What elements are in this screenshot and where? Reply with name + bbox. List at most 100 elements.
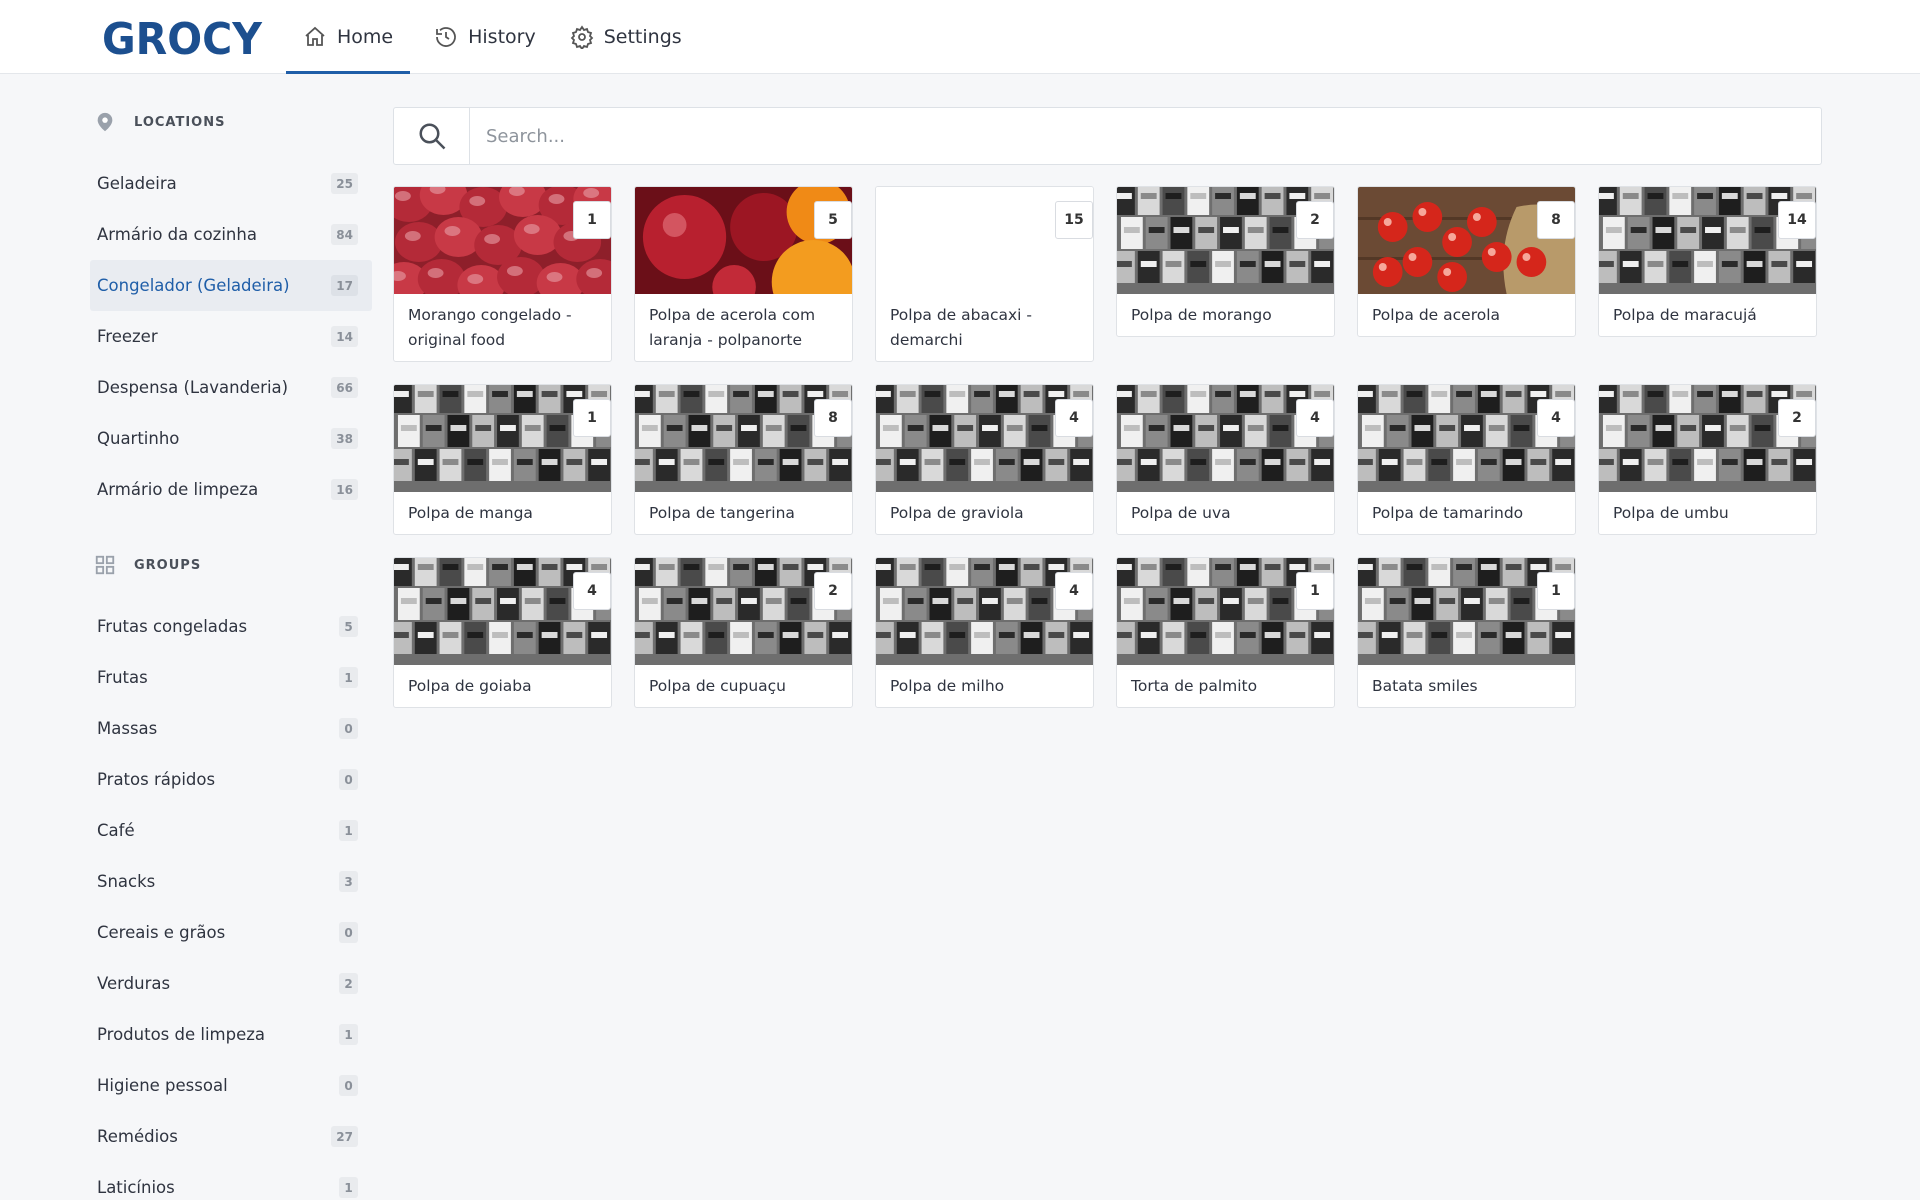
quantity-badge: 5: [814, 201, 852, 239]
history-icon: [434, 25, 468, 49]
count-badge: 25: [331, 173, 358, 194]
nav-settings[interactable]: Settings: [553, 0, 699, 74]
group-item[interactable]: Café 1: [90, 805, 372, 856]
product-name: Polpa de maracujá: [1613, 306, 1757, 324]
group-item[interactable]: Higiene pessoal 0: [90, 1060, 372, 1111]
product-name: Polpa de graviola: [890, 504, 1024, 522]
product-image: 14: [1599, 187, 1816, 294]
product-name: Polpa de umbu: [1613, 504, 1729, 522]
product-name: Polpa de acerola com laranja - polpanort…: [649, 306, 816, 349]
location-item[interactable]: Congelador (Geladeira) 17: [90, 260, 372, 311]
locations-list: Geladeira 25 Armário da cozinha 84 Congelado…: [90, 158, 372, 515]
group-item-label: Frutas congeladas: [97, 617, 248, 636]
product-image: 4: [1117, 385, 1334, 492]
groups-list: Frutas congeladas 5 Frutas 1 Massas 0 Pratos r…: [90, 601, 372, 1200]
product-card[interactable]: 15 Polpa de abacaxi - demarchi: [875, 186, 1094, 362]
location-item[interactable]: Geladeira 25: [90, 158, 372, 209]
quantity-badge: 8: [814, 399, 852, 437]
product-card[interactable]: 2 Polpa de morango: [1116, 186, 1335, 337]
product-image: 4: [876, 558, 1093, 665]
location-item[interactable]: Freezer 14: [90, 311, 372, 362]
product-card[interactable]: 4 Polpa de uva: [1116, 384, 1335, 535]
group-item-label: Pratos rápidos: [97, 770, 216, 789]
nav-home[interactable]: Home: [286, 0, 411, 74]
group-item[interactable]: Massas 0: [90, 703, 372, 754]
quantity-badge: 4: [573, 572, 611, 610]
product-name: Polpa de cupuaçu: [649, 677, 787, 695]
product-name: Polpa de milho: [890, 677, 1005, 695]
count-badge: 1: [339, 820, 358, 841]
grocy-logo[interactable]: GROCY: [100, 14, 264, 60]
product-card[interactable]: 1 Morango congelado - original food: [393, 186, 612, 362]
group-item[interactable]: Laticínios 1: [90, 1162, 372, 1200]
product-name: Polpa de goiaba: [408, 677, 532, 695]
group-item-label: Cereais e grãos: [97, 923, 226, 942]
product-image: 15: [876, 187, 1093, 294]
count-badge: 0: [339, 718, 358, 739]
group-item[interactable]: Frutas congeladas 5: [90, 601, 372, 652]
product-card[interactable]: 1 Polpa de manga: [393, 384, 612, 535]
search-button[interactable]: [394, 108, 470, 164]
location-item-label: Geladeira: [97, 174, 177, 193]
product-card[interactable]: 5 Polpa de acerola com laranja - polpanor…: [634, 186, 853, 362]
product-image: 4: [876, 385, 1093, 492]
count-badge: 38: [331, 428, 358, 449]
grid-icon: [95, 555, 115, 575]
group-item[interactable]: Verduras 2: [90, 958, 372, 1009]
product-image: 1: [1117, 558, 1334, 665]
group-item[interactable]: Snacks 3: [90, 856, 372, 907]
nav-label: Home: [337, 26, 394, 48]
group-item[interactable]: Frutas 1: [90, 652, 372, 703]
location-item-label: Freezer: [97, 327, 158, 346]
location-item[interactable]: Armário da cozinha 84: [90, 209, 372, 260]
product-image: 5: [635, 187, 852, 294]
count-badge: 0: [339, 1075, 358, 1096]
group-item-label: Massas: [97, 719, 158, 738]
count-badge: 1: [339, 1024, 358, 1045]
nav-history[interactable]: History: [410, 0, 553, 74]
quantity-badge: 2: [814, 572, 852, 610]
product-card[interactable]: 1 Torta de palmito: [1116, 557, 1335, 708]
product-image: 2: [1599, 385, 1816, 492]
count-badge: 27: [331, 1126, 358, 1147]
quantity-badge: 1: [573, 201, 611, 239]
product-image: 1: [1358, 558, 1575, 665]
product-card[interactable]: 4 Polpa de goiaba: [393, 557, 612, 708]
product-name: Polpa de abacaxi - demarchi: [890, 306, 1033, 349]
product-image: 8: [635, 385, 852, 492]
group-item[interactable]: Produtos de limpeza 1: [90, 1009, 372, 1060]
home-icon: [303, 25, 337, 49]
product-card[interactable]: 1 Batata smiles: [1357, 557, 1576, 708]
group-item[interactable]: Remédios 27: [90, 1111, 372, 1162]
product-name: Morango congelado - original food: [408, 306, 572, 349]
quantity-badge: 14: [1778, 201, 1816, 239]
product-card[interactable]: 4 Polpa de graviola: [875, 384, 1094, 535]
location-item-label: Quartinho: [97, 429, 180, 448]
quantity-badge: 1: [1296, 572, 1334, 610]
group-item-label: Remédios: [97, 1127, 178, 1146]
quantity-badge: 4: [1537, 399, 1575, 437]
location-pin-icon: [97, 112, 113, 132]
groups-heading: GROUPS: [90, 543, 372, 587]
location-item[interactable]: Quartinho 38: [90, 413, 372, 464]
product-card[interactable]: 8 Polpa de tangerina: [634, 384, 853, 535]
search-input[interactable]: [470, 108, 1821, 164]
product-card[interactable]: 2 Polpa de umbu: [1598, 384, 1817, 535]
location-item-label: Armário da cozinha: [97, 225, 257, 244]
product-card[interactable]: 2 Polpa de cupuaçu: [634, 557, 853, 708]
group-item-label: Laticínios: [97, 1178, 175, 1197]
gear-icon: [570, 25, 604, 49]
main-nav: Home History Settings: [286, 0, 699, 74]
product-card[interactable]: 8 Polpa de acerola: [1357, 186, 1576, 337]
product-card[interactable]: 4 Polpa de tamarindo: [1357, 384, 1576, 535]
location-item[interactable]: Despensa (Lavanderia) 66: [90, 362, 372, 413]
product-card[interactable]: 14 Polpa de maracujá: [1598, 186, 1817, 337]
group-item[interactable]: Cereais e grãos 0: [90, 907, 372, 958]
groups-heading-label: GROUPS: [134, 557, 202, 573]
location-item[interactable]: Armário de limpeza 16: [90, 464, 372, 515]
count-badge: 17: [331, 275, 358, 296]
group-item[interactable]: Pratos rápidos 0: [90, 754, 372, 805]
product-card[interactable]: 4 Polpa de milho: [875, 557, 1094, 708]
product-image: 4: [1358, 385, 1575, 492]
sidebar: LOCATIONS Geladeira 25 Armário da cozinha 8…: [90, 74, 372, 1200]
